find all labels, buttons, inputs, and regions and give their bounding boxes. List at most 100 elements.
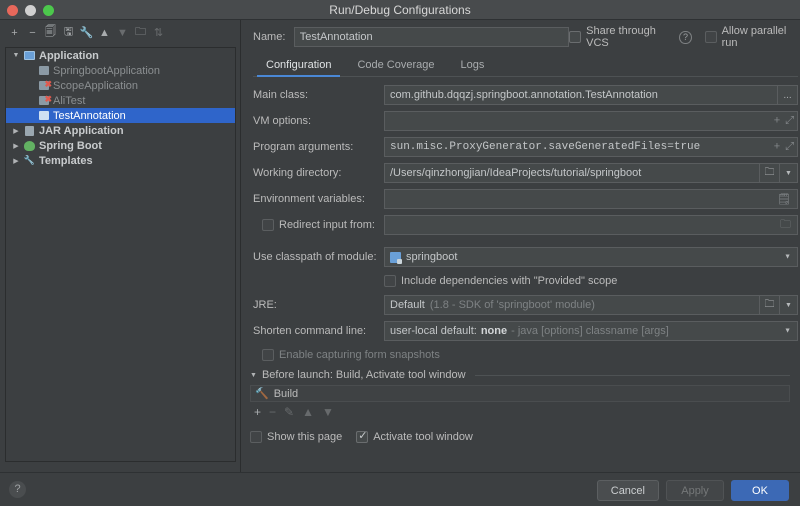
- main-class-input[interactable]: [384, 85, 778, 105]
- environment-variables-input[interactable]: [384, 189, 798, 209]
- copy-configuration-button[interactable]: 🗐: [42, 24, 59, 41]
- activate-tool-window-box[interactable]: [356, 431, 368, 443]
- environment-variables-label: Environment variables:: [253, 193, 384, 205]
- program-arguments-label: Program arguments:: [253, 141, 384, 153]
- hammer-icon: 🔨: [255, 387, 269, 400]
- edit-templates-button[interactable]: 🔧: [78, 24, 95, 41]
- chevron-down-icon: ▼: [784, 254, 791, 261]
- shorten-command-line-dropdown[interactable]: user-local default: none - java [options…: [384, 321, 798, 341]
- before-launch-task-list[interactable]: 🔨 Build: [250, 385, 790, 402]
- ok-button[interactable]: OK: [731, 480, 789, 501]
- redirect-input-field[interactable]: [384, 215, 798, 235]
- tab-code-coverage[interactable]: Code Coverage: [344, 59, 447, 76]
- class-icon: ✖: [36, 81, 51, 90]
- help-button[interactable]: ?: [9, 481, 26, 498]
- remove-task-button[interactable]: −: [269, 405, 276, 419]
- save-configuration-button[interactable]: 🖫: [60, 24, 77, 41]
- sort-configurations-button[interactable]: ⇅: [150, 24, 167, 41]
- tree-expand-icon[interactable]: ▶: [10, 142, 22, 150]
- close-window-button[interactable]: [7, 5, 18, 16]
- tree-item-label: AliTest: [51, 95, 85, 107]
- tree-item-spring-boot[interactable]: ▶Spring Boot: [6, 138, 235, 153]
- class-icon: ✖: [36, 96, 51, 105]
- cancel-button[interactable]: Cancel: [597, 480, 659, 501]
- window-title: Run/Debug Configurations: [0, 0, 800, 20]
- classpath-module-label: Use classpath of module:: [253, 251, 384, 263]
- capture-snapshots-row: Enable capturing form snapshots: [253, 344, 798, 366]
- show-this-page-checkbox[interactable]: Show this page: [250, 431, 342, 443]
- parallel-checkbox-box[interactable]: [705, 31, 717, 43]
- before-launch-options: Show this page Activate tool window: [250, 431, 790, 443]
- before-launch-header[interactable]: ▼ Before launch: Build, Activate tool wi…: [250, 369, 790, 381]
- title-bar: Run/Debug Configurations: [0, 0, 800, 20]
- tree-item-alitest[interactable]: ✖AliTest: [6, 93, 235, 108]
- tab-logs[interactable]: Logs: [448, 59, 498, 76]
- wrench-icon: 🔧: [22, 155, 37, 166]
- tree-item-jar-application[interactable]: ▶ JAR Application: [6, 123, 235, 138]
- show-this-page-label: Show this page: [267, 431, 342, 443]
- application-icon: [22, 51, 37, 60]
- before-launch-collapse-icon[interactable]: ▼: [250, 372, 257, 379]
- working-directory-row: Working directory: 🗀 ▼: [253, 160, 798, 186]
- tree-item-label: SpringbootApplication: [51, 65, 160, 77]
- program-arguments-input[interactable]: [384, 137, 798, 157]
- main-class-browse-button[interactable]: ...: [778, 85, 798, 105]
- move-task-up-button[interactable]: ▲: [302, 405, 314, 419]
- tree-item-testannotation[interactable]: TestAnnotation: [6, 108, 235, 123]
- jre-dropdown-arrow[interactable]: ▼: [780, 295, 798, 315]
- jre-browse-folder-icon[interactable]: 🗀: [760, 295, 780, 315]
- before-launch-toolbar: +−✎ ▲ ▼: [250, 405, 790, 419]
- move-up-button[interactable]: ▲: [96, 24, 113, 41]
- edit-task-button[interactable]: ✎: [284, 405, 294, 419]
- show-this-page-box[interactable]: [250, 431, 262, 443]
- include-dependencies-checkbox[interactable]: Include dependencies with "Provided" sco…: [384, 275, 617, 287]
- share-through-vcs-checkbox[interactable]: Share through VCS: [569, 25, 673, 49]
- tree-item-label: JAR Application: [37, 125, 124, 137]
- tree-item-scopeapplication[interactable]: ✖ScopeApplication: [6, 78, 235, 93]
- remove-configuration-button[interactable]: −: [24, 24, 41, 41]
- vm-options-input[interactable]: [384, 111, 798, 131]
- tree-expand-icon[interactable]: ▼: [10, 52, 22, 59]
- tab-configuration[interactable]: Configuration: [253, 59, 344, 76]
- working-directory-folder-icon[interactable]: 🗀: [760, 163, 780, 183]
- working-directory-input[interactable]: [384, 163, 760, 183]
- name-input[interactable]: [294, 27, 569, 47]
- configurations-tree[interactable]: ▼Application SpringbootApplication✖ScopeA…: [5, 47, 236, 462]
- create-folder-button[interactable]: 🗀: [132, 24, 149, 41]
- tree-expand-icon[interactable]: ▶: [10, 157, 22, 165]
- move-down-button[interactable]: ▼: [114, 24, 131, 41]
- shorten-command-line-label: Shorten command line:: [253, 325, 384, 337]
- tree-item-springbootapplication[interactable]: SpringbootApplication: [6, 63, 235, 78]
- name-label: Name:: [253, 31, 294, 43]
- working-directory-label: Working directory:: [253, 167, 384, 179]
- tree-item-templates[interactable]: ▶🔧Templates: [6, 153, 235, 168]
- capture-snapshots-checkbox[interactable]: Enable capturing form snapshots: [253, 349, 440, 361]
- jar-icon: [22, 126, 37, 136]
- tree-expand-icon[interactable]: ▶: [10, 127, 22, 135]
- window-controls: [7, 5, 54, 16]
- minimize-window-button[interactable]: [25, 5, 36, 16]
- share-checkbox-box[interactable]: [569, 31, 581, 43]
- share-help-icon[interactable]: ?: [679, 31, 691, 44]
- add-task-button[interactable]: +: [254, 405, 261, 419]
- activate-tool-window-checkbox[interactable]: Activate tool window: [356, 431, 473, 443]
- allow-parallel-run-checkbox[interactable]: Allow parallel run: [705, 25, 798, 49]
- move-task-down-button[interactable]: ▼: [322, 405, 334, 419]
- main-class-label: Main class:: [253, 89, 384, 101]
- run-debug-configurations-dialog: Run/Debug Configurations +−🗐🖫🔧▲▼🗀⇅ ▼Appl…: [0, 0, 800, 506]
- before-launch-task-label: Build: [274, 388, 298, 400]
- name-row: Name: Share through VCS ? Allow parallel…: [253, 26, 798, 48]
- maximize-window-button[interactable]: [43, 5, 54, 16]
- include-dependencies-box[interactable]: [384, 275, 396, 287]
- apply-button[interactable]: Apply: [666, 480, 724, 501]
- capture-snapshots-box[interactable]: [262, 349, 274, 361]
- tree-item-application[interactable]: ▼Application: [6, 48, 235, 63]
- classpath-module-row: Use classpath of module: springboot ▼: [253, 244, 798, 270]
- jre-dropdown[interactable]: Default (1.8 - SDK of 'springboot' modul…: [384, 295, 760, 315]
- redirect-input-checkbox[interactable]: [262, 219, 274, 231]
- environment-variables-row: Environment variables: 🗒: [253, 186, 798, 212]
- classpath-module-dropdown[interactable]: springboot ▼: [384, 247, 798, 267]
- add-configuration-button[interactable]: +: [6, 24, 23, 41]
- redirect-input-label: Redirect input from:: [279, 219, 375, 231]
- working-directory-history-dropdown[interactable]: ▼: [780, 163, 798, 183]
